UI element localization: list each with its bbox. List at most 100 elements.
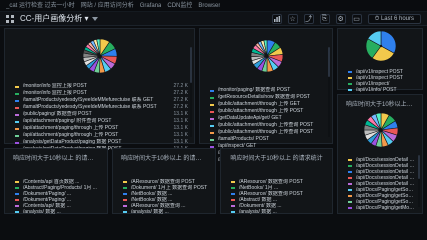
- legend-swatch: [123, 193, 127, 195]
- list-item[interactable]: /public/attachment/through 上传查询 POST: [210, 129, 326, 136]
- pie-center: [98, 54, 102, 58]
- list-item-text: /api/attachment/paging/through 上传 POST: [23, 125, 119, 131]
- legend-swatch: [15, 193, 19, 195]
- scrollbar-thumb[interactable]: [190, 47, 192, 83]
- list-item-value: 27.2 K: [173, 97, 188, 103]
- legend-swatch: [231, 193, 235, 195]
- list-item-text: /public/paging/ 数据查询 POST: [23, 111, 92, 117]
- list-item-value: 27.2 K: [173, 83, 188, 89]
- scrollbar[interactable]: [418, 155, 420, 207]
- legend-swatch: [123, 205, 127, 207]
- legend-swatch: [15, 141, 19, 144]
- list-item[interactable]: /api/v1/info/ POST: [348, 87, 416, 93]
- scrollbar-thumb[interactable]: [418, 155, 420, 179]
- browser-tab[interactable]: CDN监控: [167, 0, 192, 12]
- panel-bottom-left: 响应时间大于10秒以上 的请求统计 /Contents/api 首页数据 ...…: [4, 148, 108, 215]
- panel-list: /api/v1/inspect POST/api/v1/inspect POST…: [348, 69, 416, 93]
- legend-swatch: [15, 181, 19, 183]
- grid-icon[interactable]: [6, 14, 14, 23]
- list-item-text: /tamaltProducts/ POST: [218, 136, 270, 142]
- list-item-text: /monitor/info 监控上报 POST: [23, 83, 87, 89]
- star-icon[interactable]: ☆: [287, 13, 298, 24]
- list-item-text: /api/attachment/paging/through 上传 POST: [23, 132, 119, 138]
- list-item[interactable]: /analysis/getDataProduct/paging 数据 POST 1…: [15, 139, 188, 146]
- panel-bottom-mid1: 响应时间大于10秒以上 的请求统计 /AResource/ 数据查询 POST /…: [112, 148, 216, 215]
- time-range-picker[interactable]: ⏱ Last 6 hours: [367, 13, 421, 24]
- clock-icon: ⏱: [374, 15, 380, 22]
- time-range-label: Last 6 hours: [380, 15, 414, 22]
- bar-chart-icon[interactable]: [271, 13, 282, 24]
- legend-swatch: [348, 177, 352, 179]
- legend-swatch: [231, 199, 235, 201]
- panel-list: /AResource/ 数据查询 POST/NetBooks/ 1月 .../A…: [231, 179, 326, 215]
- save-icon[interactable]: ⎘: [319, 13, 330, 24]
- list-item-text: /analysis/ 数据 ...: [23, 209, 61, 215]
- list-item[interactable]: /monitor/info 监控上报 POST 27.2 K: [15, 83, 188, 90]
- chevron-down-icon[interactable]: [92, 17, 99, 21]
- dashboard-title[interactable]: CC-用户画像分析 ▾: [20, 13, 88, 24]
- list-item[interactable]: /public/attachment/through 上传 GET: [210, 101, 326, 108]
- legend-swatch: [210, 138, 214, 141]
- legend-swatch: [15, 134, 19, 137]
- pie-center: [265, 54, 269, 58]
- list-item[interactable]: /tamaltProducts/ POST: [210, 136, 326, 143]
- legend-swatch: [15, 99, 19, 102]
- list-item[interactable]: /api/attachment/paging/through 上传 POST 13…: [15, 125, 188, 132]
- scrollbar[interactable]: [190, 47, 192, 137]
- list-item-text: /analysis/ 数据 ...: [131, 209, 169, 215]
- list-item-text: /public/attachment/through 上传 GET: [218, 101, 300, 107]
- panel-title: 响应时间大于10秒以上 的请求统计: [230, 156, 323, 162]
- list-item-text: /getResourceDetails/now 数据查询 POST: [218, 94, 310, 100]
- list-item[interactable]: /monitor/paging/ 数据查询 POST: [210, 87, 326, 94]
- legend-swatch: [210, 110, 214, 113]
- list-item[interactable]: /public/attachment/through 上传查询 POST: [210, 122, 326, 129]
- legend-swatch: [15, 120, 19, 123]
- pie-center: [379, 44, 383, 48]
- legend-swatch: [348, 77, 352, 79]
- browser-tab[interactable]: 网站 / 应用访问分析: [81, 0, 134, 12]
- dashboard-toolbar: ☆ ⤴ ⎘ ⚙ ▭ ⏱ Last 6 hours: [271, 12, 421, 25]
- browser-tab[interactable]: _cat 运行检查 过去一小时: [6, 0, 75, 12]
- panel-bottom-mid2: 响应时间大于10秒以上 的请求统计 /AResource/ 数据查询 POST /…: [220, 148, 333, 215]
- scrollbar[interactable]: [328, 47, 330, 137]
- list-item[interactable]: /analysis/ 数据 ...: [123, 209, 209, 215]
- legend-swatch: [123, 199, 127, 201]
- panel-list: /AResource/ 数据查询 POST/Dokument/ 1月上 数据查询…: [123, 179, 209, 215]
- share-icon[interactable]: ⤴: [303, 13, 314, 24]
- legend-swatch: [15, 127, 19, 130]
- browser-tab[interactable]: Browser: [198, 0, 220, 12]
- list-item[interactable]: /monitor/info 监控上报 POST 27.2 K: [15, 90, 188, 97]
- pie-chart: [363, 112, 399, 148]
- legend-swatch: [348, 165, 352, 167]
- gear-icon[interactable]: ⚙: [335, 13, 346, 24]
- list-item[interactable]: /api/Docs/Paging/getMoneyHike POST: [348, 205, 416, 211]
- list-item-text: /tamaltProducts/yedesdy/SyeeIdeMMefurect…: [23, 104, 157, 110]
- panel-list: /api/Docs/sessionDetail 会话数据查询.../api/Do…: [348, 157, 416, 211]
- list-item[interactable]: /tamaltProducts/yedesdy/SyeeIdeMMefurect…: [15, 97, 188, 104]
- list-item-text: /api/Docs/Paging/getMoneyHike POST: [356, 205, 416, 211]
- list-item[interactable]: /public/attachment/through 上传 POST: [210, 108, 326, 115]
- list-item[interactable]: /analysis/ 数据 ...: [231, 209, 326, 215]
- list-item[interactable]: /getResourceDetails/now 数据查询 POST: [210, 94, 326, 101]
- list-item-value: 13.1 K: [173, 139, 188, 145]
- list-item[interactable]: /public/paging/ 数据查询 POST 13.1 K: [15, 111, 188, 118]
- list-item[interactable]: /tamaltProducts/yedesdy/SyeeIdeMMefurect…: [15, 104, 188, 111]
- list-item-value: 27.2 K: [173, 90, 188, 96]
- list-item[interactable]: /analysis/ 数据 ...: [15, 209, 101, 215]
- list-item[interactable]: /api/attachment/paging/ 附件查询 POST 13.1 K: [15, 118, 188, 125]
- legend-swatch: [348, 83, 352, 85]
- panel-bottom-right: 响应时间大于10秒以上 的请求统计 /api/Docs/sessionDetai…: [337, 94, 423, 214]
- scrollbar-thumb[interactable]: [328, 47, 330, 77]
- panel-top-left: /monitor/info 监控上报 POST 27.2 K/monitor/in…: [4, 28, 195, 159]
- browser-tab[interactable]: Grafana: [140, 0, 162, 12]
- legend-swatch: [210, 124, 214, 127]
- monitor-icon[interactable]: ▭: [351, 13, 362, 24]
- legend-swatch: [348, 71, 352, 73]
- legend-swatch: [210, 131, 214, 134]
- legend-swatch: [15, 85, 19, 88]
- legend-swatch: [231, 181, 235, 183]
- legend-swatch: [123, 187, 127, 189]
- legend-swatch: [348, 171, 352, 173]
- list-item[interactable]: /api/attachment/paging/through 上传 POST 13…: [15, 132, 188, 139]
- list-item[interactable]: /getDataUpdateApi/get/ GET: [210, 115, 326, 122]
